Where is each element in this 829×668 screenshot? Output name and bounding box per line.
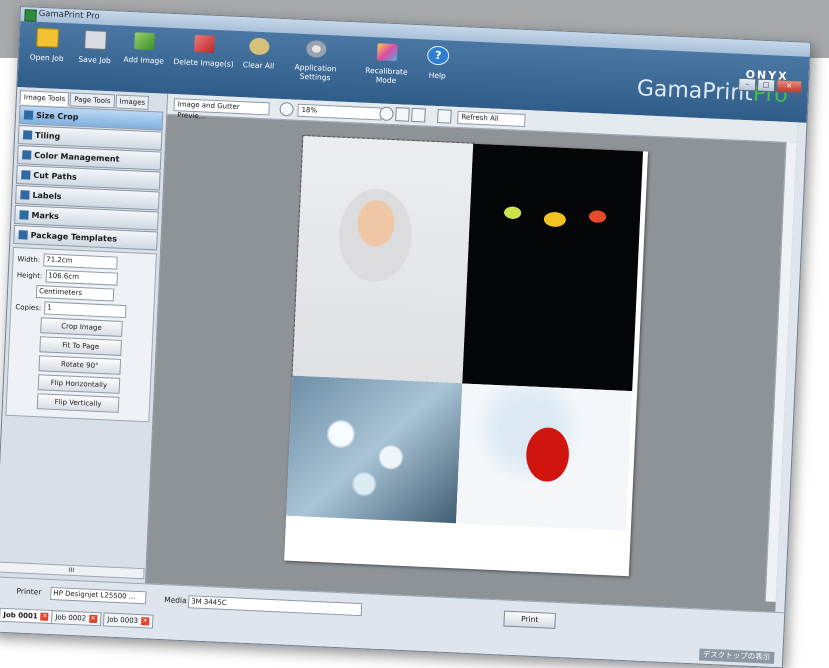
close-job-icon[interactable]: ✕ (40, 612, 49, 621)
width-field[interactable]: 71.2cm (42, 253, 118, 270)
crop-image-button[interactable]: Crop Image (40, 317, 123, 337)
product-name: GamaPrint (636, 76, 754, 107)
tab-images[interactable]: Images (115, 94, 150, 110)
application-settings-label: Application Settings (294, 62, 337, 83)
save-job-label: Save Job (78, 54, 111, 66)
folder-icon (36, 27, 60, 48)
close-job-icon[interactable]: ✕ (140, 617, 150, 626)
clear-all-label: Clear All (242, 60, 275, 71)
add-image-label: Add Image (123, 54, 165, 66)
image-tile-pepper[interactable] (455, 383, 633, 532)
job-label: Job 0002 (55, 613, 87, 623)
canvas-scrollbar[interactable] (764, 141, 797, 602)
color-management-icon (22, 150, 32, 160)
tiling-icon (22, 130, 33, 140)
delete-image-label: Delete Image(s) (173, 57, 234, 69)
tab-image-tools[interactable]: Image Tools (19, 90, 70, 107)
package-templates-icon (18, 230, 28, 240)
section-label: Marks (31, 210, 60, 221)
add-image-icon (134, 32, 155, 51)
fit-to-page-button[interactable]: Fit To Page (39, 336, 122, 356)
printer-label: Printer (16, 586, 42, 597)
close-button[interactable]: ✕ (775, 79, 803, 94)
job-tab-0001[interactable]: Job 0001 ✕ (0, 607, 53, 625)
recalibrate-mode-button[interactable]: Recalibrate Mode (356, 42, 418, 86)
width-label: Width: (17, 254, 41, 264)
app-icon (24, 9, 37, 22)
image-tile-cocktails[interactable] (462, 143, 644, 392)
size-crop-properties: Width: 71.2cm Height: 106.6cm Centimeters … (5, 246, 157, 423)
copies-field[interactable]: 1 (43, 301, 127, 319)
open-job-label: Open Job (29, 52, 64, 64)
job-tab-0002[interactable]: Job 0002 ✕ (50, 610, 102, 627)
delete-image-icon (194, 34, 215, 53)
recalibrate-mode-label: Recalibrate Mode (365, 65, 408, 86)
close-job-icon[interactable]: ✕ (88, 614, 98, 624)
flip-horizontally-button[interactable]: Flip Horizontally (37, 374, 121, 394)
minimize-button[interactable]: – (737, 77, 757, 92)
tab-page-tools[interactable]: Page Tools (69, 92, 115, 109)
height-field[interactable]: 106.6cm (44, 269, 118, 286)
height-label: Height: (16, 270, 43, 280)
clear-all-icon (249, 37, 270, 56)
marks-icon (19, 210, 29, 220)
print-page-preview (284, 134, 649, 577)
section-label: Tiling (34, 130, 61, 141)
save-job-button[interactable]: Save Job (74, 29, 116, 66)
cut-paths-icon (21, 170, 31, 180)
panel-scrollbar[interactable]: III (0, 561, 145, 580)
job-label: Job 0003 (107, 615, 139, 625)
section-label: Color Management (34, 150, 120, 164)
gear-icon (305, 40, 327, 58)
labels-icon (20, 190, 30, 200)
zoom-in-icon[interactable] (379, 106, 394, 122)
print-button[interactable]: Print (503, 610, 557, 629)
recalibrate-icon (376, 43, 398, 62)
job-tab-0003[interactable]: Job 0003 ✕ (102, 612, 154, 629)
tools-panel: Image Tools Page Tools Images Size Crop … (0, 86, 169, 584)
size-crop-icon (23, 110, 34, 120)
fit-width-icon[interactable] (395, 107, 410, 122)
image-tile-portrait[interactable] (291, 134, 475, 385)
open-job-button[interactable]: Open Job (26, 27, 68, 63)
zoom-select[interactable]: 18% (297, 103, 382, 121)
canvas-area: Image and Gutter Previe... 18% Refresh A… (145, 93, 798, 612)
help-label: Help (428, 70, 447, 81)
image-tile-diamonds[interactable] (286, 375, 463, 524)
preview-mode-select[interactable]: Image and Gutter Previe... (173, 98, 270, 121)
window-title: GamaPrint Pro (38, 8, 100, 22)
help-button[interactable]: ? Help (422, 45, 454, 80)
units-select[interactable]: Centimeters (35, 285, 115, 302)
rotate-90-button[interactable]: Rotate 90° (38, 355, 122, 375)
help-icon: ? (426, 45, 450, 66)
section-label: Size Crop (35, 110, 79, 122)
show-desktop-button[interactable]: デスクトップの表示 (698, 648, 775, 664)
add-image-button[interactable]: Add Image (121, 32, 166, 66)
flip-vertically-button[interactable]: Flip Vertically (36, 393, 120, 413)
app-window: GamaPrint Pro Open Job Save Job Add Imag… (0, 6, 812, 668)
clear-all-button[interactable]: Clear All (240, 37, 277, 71)
refresh-all-button[interactable]: Refresh All (457, 110, 526, 128)
media-label: Media (164, 595, 187, 606)
rulers-icon[interactable] (437, 109, 452, 124)
media-select[interactable]: 3M 3445C (187, 595, 363, 617)
printer-select[interactable]: HP Designjet L25500 ... (50, 586, 147, 605)
maximize-button[interactable]: □ (756, 78, 776, 93)
fit-page-icon[interactable] (411, 107, 426, 123)
section-label: Labels (32, 190, 62, 202)
section-label: Cut Paths (33, 170, 78, 182)
delete-image-button[interactable]: Delete Image(s) (172, 34, 235, 69)
copies-label: Copies: (15, 302, 42, 312)
zoom-out-icon[interactable] (279, 101, 294, 117)
application-settings-button[interactable]: Application Settings (282, 39, 350, 83)
section-label: Package Templates (30, 230, 118, 244)
job-label: Job 0001 (3, 610, 38, 621)
save-icon (84, 29, 107, 50)
